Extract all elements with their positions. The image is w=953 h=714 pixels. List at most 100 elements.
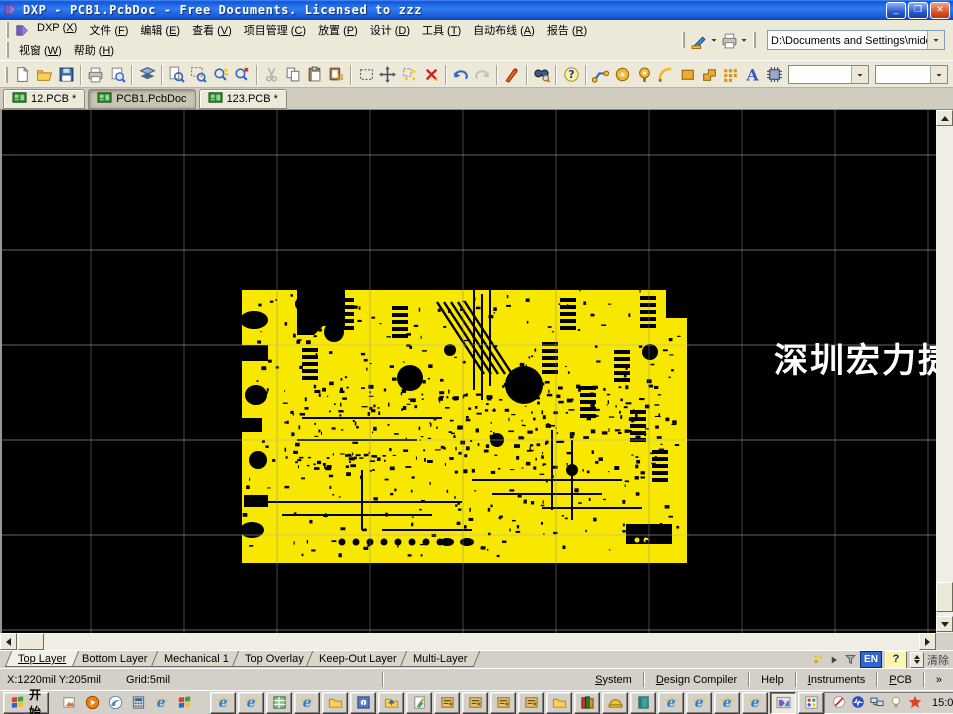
undo-icon[interactable] [450, 64, 472, 86]
horizontal-scroll-thumb[interactable] [18, 633, 44, 650]
fill-icon[interactable] [677, 64, 699, 86]
toolbar-combobox-2[interactable] [875, 65, 948, 84]
taskbar-button-ie[interactable]: e [686, 692, 712, 714]
taskbar-button-tool[interactable] [434, 692, 460, 714]
panel-button-Help[interactable]: Help [750, 669, 795, 690]
taskbar-button-ie[interactable]: e [210, 692, 236, 714]
panel-button-PCB[interactable]: PCB [878, 669, 923, 690]
toolbar-grip[interactable] [6, 42, 10, 58]
taskbar-button-app-blue[interactable]: J [350, 692, 376, 714]
toolbar-grip[interactable] [682, 32, 686, 48]
taskbar-button-folder[interactable] [322, 692, 348, 714]
menu-H[interactable]: 帮助(H) [68, 40, 120, 60]
panel-button--[interactable]: » [925, 669, 953, 690]
combobox-dropdown-button[interactable] [851, 66, 868, 83]
polygon-icon[interactable] [698, 64, 720, 86]
taskbar-button-folder[interactable] [546, 692, 572, 714]
vertical-scrollbar[interactable] [936, 110, 953, 633]
array-icon[interactable] [720, 64, 742, 86]
cut-icon[interactable] [261, 64, 283, 86]
tray-network-icon[interactable] [870, 695, 885, 710]
help-icon[interactable]: ? [560, 64, 582, 86]
menu-W[interactable]: 视窗(W) [13, 40, 68, 60]
print-icon[interactable] [85, 64, 107, 86]
open-icon[interactable] [34, 64, 56, 86]
filter-funnel-icon[interactable] [843, 651, 857, 669]
windows-icon[interactable] [175, 694, 193, 712]
mask-dots-icon[interactable] [811, 651, 825, 669]
panel-button-Design-Compiler[interactable]: Design Compiler [645, 669, 748, 690]
layer-tab-Keep-Out-Layer[interactable]: Keep-Out Layer [306, 651, 410, 667]
measure-icon[interactable] [690, 31, 708, 49]
tray-bulb-icon[interactable] [889, 695, 904, 710]
doc-tab-12-PCB-[interactable]: 12.PCB * [3, 89, 85, 109]
menu-C[interactable]: 项目管理(C) [238, 20, 312, 40]
taskbar-button-ie[interactable]: e [714, 692, 740, 714]
taskbar-button-ie[interactable]: e [658, 692, 684, 714]
layer-tab-Top-Overlay[interactable]: Top Overlay [231, 651, 316, 667]
panel-button-Instruments[interactable]: Instruments [797, 669, 876, 690]
preview-icon[interactable] [107, 64, 129, 86]
menu-T[interactable]: 工具(T) [416, 20, 467, 40]
redo-icon[interactable] [472, 64, 494, 86]
panel-button-System[interactable]: System [584, 669, 643, 690]
clear-label[interactable]: 清除 [927, 652, 953, 668]
paste-array-icon[interactable] [326, 64, 348, 86]
select-rect-icon[interactable] [355, 64, 377, 86]
menu-E[interactable]: 编辑(E) [134, 20, 186, 40]
path-dropdown-button[interactable] [927, 31, 944, 49]
dxp-logo-icon[interactable] [13, 21, 31, 39]
layer-tab-Mechanical-1[interactable]: Mechanical 1 [151, 651, 242, 667]
doc-tab-123-PCB-[interactable]: 123.PCB * [199, 89, 287, 109]
taskbar-button-folder-up[interactable] [378, 692, 404, 714]
text-icon[interactable]: A [742, 64, 764, 86]
component-icon[interactable] [763, 64, 785, 86]
arc-icon[interactable] [655, 64, 677, 86]
taskbar-button-tool[interactable] [462, 692, 488, 714]
zoom-clear-icon[interactable] [231, 64, 253, 86]
taskbar-button-ie[interactable]: e [294, 692, 320, 714]
taskbar-button-tool[interactable] [490, 692, 516, 714]
zoom-points-icon[interactable] [209, 64, 231, 86]
zoom-area-icon[interactable] [188, 64, 210, 86]
taskbar-button-notebook[interactable] [630, 692, 656, 714]
pcb-drawing[interactable]: 深圳宏力捷 [2, 110, 938, 633]
menu-V[interactable]: 查看(V) [186, 20, 238, 40]
play-icon[interactable] [828, 651, 840, 669]
combobox-dropdown-button[interactable] [930, 66, 947, 83]
restore-button[interactable]: ❐ [908, 2, 928, 19]
taskbar-button-colors[interactable] [798, 692, 824, 714]
menu-F[interactable]: 文件(F) [83, 20, 134, 40]
measure-dropdown-caret[interactable] [709, 30, 719, 50]
menu-P[interactable]: 放置(P) [312, 20, 364, 40]
scroll-up-button[interactable] [936, 110, 953, 126]
taskbar-button-dxp-current[interactable] [770, 692, 796, 714]
toolbar-grip[interactable] [5, 67, 9, 83]
calculator-icon[interactable] [129, 694, 147, 712]
language-indicator[interactable]: EN [860, 651, 882, 668]
start-button[interactable]: 开始 [3, 692, 49, 714]
toolbar-grip[interactable] [6, 22, 10, 38]
horizontal-scrollbar[interactable] [0, 633, 953, 650]
doc-tab-PCB1-PcbDoc[interactable]: PCB1.PcbDoc [88, 89, 195, 109]
toolbar-combobox-1[interactable] [788, 65, 869, 84]
clear-filter-icon[interactable] [420, 64, 442, 86]
path-combobox[interactable]: D:\Documents and Settings\midea\桌面 [767, 30, 945, 50]
media-player-icon[interactable] [83, 694, 101, 712]
scroll-right-button[interactable] [919, 633, 936, 650]
minimize-button[interactable]: _ [886, 2, 906, 19]
scroll-left-button[interactable] [0, 633, 17, 650]
print-dropdown-caret[interactable] [739, 30, 749, 50]
deselect-icon[interactable] [399, 64, 421, 86]
print-icon[interactable] [720, 31, 738, 49]
toolbar-grip[interactable] [753, 32, 757, 48]
menu-R[interactable]: 报告(R) [541, 20, 593, 40]
menu-D[interactable]: 设计(D) [364, 20, 416, 40]
wand-icon[interactable] [501, 64, 523, 86]
taskbar-button-excel[interactable] [266, 692, 292, 714]
zoom-doc-icon[interactable] [166, 64, 188, 86]
scroll-down-button[interactable] [936, 616, 953, 632]
move-icon[interactable] [377, 64, 399, 86]
messenger-icon[interactable] [106, 694, 124, 712]
tray-audio-icon[interactable] [851, 695, 866, 710]
